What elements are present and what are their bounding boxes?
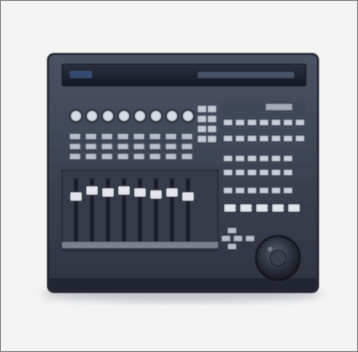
right-panel-label — [266, 104, 292, 110]
fader-cap — [101, 187, 115, 198]
control-surface-photo — [42, 53, 322, 302]
fader-cap — [69, 191, 83, 202]
jog-wheel-center — [269, 249, 287, 267]
jog-wheel-dimple — [268, 247, 272, 251]
knob — [69, 109, 83, 123]
fader-cap — [165, 187, 179, 198]
knob — [117, 109, 131, 123]
image-frame — [0, 0, 358, 352]
fader-cap — [85, 185, 99, 196]
display-readout — [198, 72, 294, 78]
fader-cap — [133, 187, 147, 198]
fader-cap — [117, 185, 131, 196]
knob — [149, 109, 163, 123]
knob — [133, 109, 147, 123]
fader-cap — [149, 189, 163, 200]
fader-bottom-strip — [62, 242, 218, 248]
knob — [85, 109, 99, 123]
fader-cap — [181, 191, 195, 202]
knob — [181, 109, 195, 123]
knob — [101, 109, 115, 123]
display-left-segment — [70, 71, 92, 78]
knob — [165, 109, 179, 123]
control-surface-device — [47, 53, 319, 293]
transport-keys — [223, 203, 301, 213]
